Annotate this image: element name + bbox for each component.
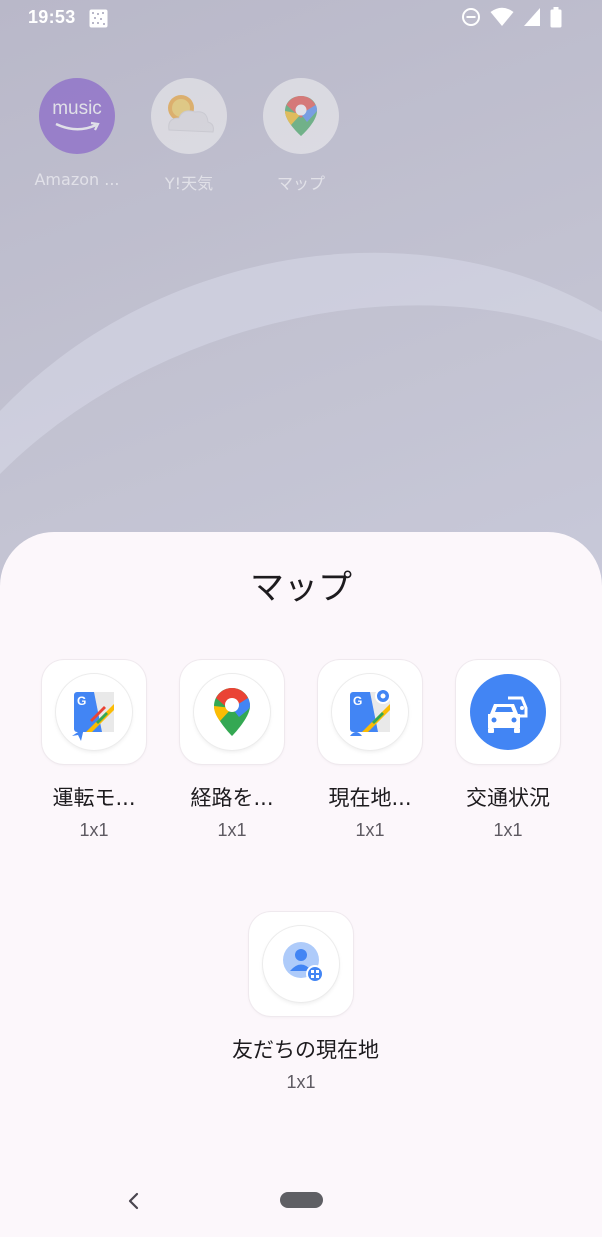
status-bar: 19:53: [0, 0, 602, 38]
current-location-icon: G: [332, 674, 408, 750]
widget-preview[interactable]: G: [42, 660, 146, 764]
home-app-yahoo-weather[interactable]: Y!天気: [129, 78, 249, 194]
widget-traffic[interactable]: 交通状況 1x1: [439, 660, 577, 841]
widget-friend-location[interactable]: 友だちの現在地 1x1: [232, 912, 379, 1093]
home-app-label: マップ: [276, 174, 325, 193]
do-not-disturb-icon: [461, 7, 481, 31]
widget-driving-mode[interactable]: G 運転モ... 1x1: [25, 660, 163, 841]
gallery-icon: [89, 9, 108, 28]
widget-name: 友だちの現在地: [232, 1038, 379, 1062]
widget-name: 交通状況: [466, 786, 550, 810]
status-time: 19:53: [28, 7, 76, 27]
back-button[interactable]: [124, 1190, 144, 1212]
amazon-music-icon: music: [39, 78, 115, 154]
widget-preview[interactable]: G: [318, 660, 422, 764]
svg-text:G: G: [77, 694, 86, 708]
amazon-music-icon-text: music: [52, 98, 102, 119]
widget-size: 1x1: [79, 820, 109, 840]
signal-icon: [523, 7, 541, 31]
home-app-amazon-music[interactable]: music Amazon ...: [17, 78, 137, 189]
home-app-label: Y!天気: [164, 174, 214, 193]
widget-name: 現在地...: [328, 786, 412, 810]
widget-size: 1x1: [286, 1072, 316, 1092]
friend-location-icon: [263, 926, 339, 1002]
google-maps-icon: [263, 78, 339, 154]
widget-picker-sheet: マップ G 運転モ... 1x1 経路を... 1x1 G 現在地... 1x1…: [0, 532, 602, 1237]
sheet-title: マップ: [250, 568, 352, 608]
battery-icon: [550, 6, 562, 32]
widget-current-location[interactable]: G 現在地... 1x1: [301, 660, 439, 841]
wifi-icon: [490, 7, 514, 31]
widget-preview[interactable]: [180, 660, 284, 764]
widget-preview[interactable]: [249, 912, 353, 1016]
yahoo-weather-icon: [151, 78, 227, 154]
traffic-car-icon: [470, 674, 546, 750]
home-app-maps[interactable]: マップ: [241, 78, 361, 194]
widget-size: 1x1: [217, 820, 247, 840]
widget-name: 運転モ...: [52, 786, 136, 810]
widget-directions[interactable]: 経路を... 1x1: [163, 660, 301, 841]
home-app-label: Amazon ...: [34, 170, 120, 189]
widget-size: 1x1: [355, 820, 385, 840]
maps-pin-icon: [194, 674, 270, 750]
svg-text:G: G: [353, 694, 362, 708]
status-icons: [461, 6, 562, 32]
widget-preview[interactable]: [456, 660, 560, 764]
home-handle[interactable]: [280, 1192, 323, 1208]
widget-size: 1x1: [493, 820, 523, 840]
driving-mode-icon: G: [56, 674, 132, 750]
widget-name: 経路を...: [190, 786, 274, 810]
